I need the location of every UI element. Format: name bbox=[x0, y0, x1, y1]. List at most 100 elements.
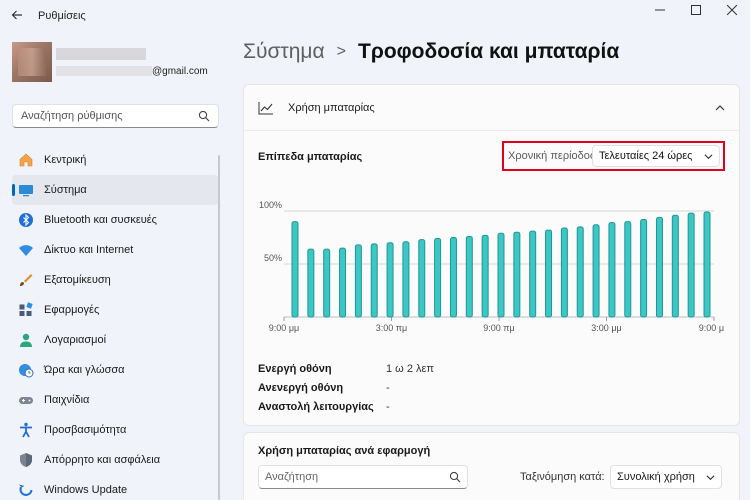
sidebar-item-label: Προσβασιμότητα bbox=[44, 424, 127, 436]
window-controls bbox=[642, 0, 750, 20]
x-tick-label: 3:00 μμ bbox=[591, 323, 621, 333]
sort-label: Ταξινόμηση κατά: bbox=[520, 471, 605, 483]
stat-label: Αναστολή λειτουργίας bbox=[258, 400, 374, 413]
sidebar-item-network[interactable]: Δίκτυο και Internet bbox=[12, 235, 219, 265]
y-tick-label: 100% bbox=[259, 200, 282, 210]
stat-value: - bbox=[386, 381, 390, 394]
brush-icon bbox=[18, 272, 34, 288]
sidebar-item-privacy-security[interactable]: Απόρρητο και ασφάλεια bbox=[12, 445, 219, 475]
chevron-down-icon bbox=[706, 474, 715, 480]
minimize-icon bbox=[655, 9, 665, 11]
sidebar-item-time-language[interactable]: Ώρα και γλώσσα bbox=[12, 355, 219, 385]
search-icon[interactable] bbox=[449, 471, 461, 483]
battery-bar bbox=[402, 241, 410, 318]
x-tick-label: 3:00 πμ bbox=[376, 323, 407, 333]
battery-bar bbox=[608, 222, 616, 318]
sort-value: Συνολική χρήση bbox=[617, 471, 695, 483]
chevron-up-icon[interactable] bbox=[715, 103, 725, 113]
sidebar-item-label: Κεντρική bbox=[44, 154, 87, 166]
x-tick-label: 9:00 μμ bbox=[699, 323, 724, 333]
battery-bar bbox=[624, 221, 632, 318]
app-usage-title: Χρήση μπαταρίας ανά εφαρμογή bbox=[258, 445, 431, 457]
page-title: Τροφοδοσία και μπαταρία bbox=[358, 40, 620, 63]
app-usage-panel: Χρήση μπαταρίας ανά εφαρμογή Ταξινόμηση … bbox=[243, 432, 740, 500]
battery-bar bbox=[529, 230, 537, 318]
battery-bar bbox=[687, 212, 695, 318]
stat-row: Αναστολή λειτουργίας - bbox=[258, 397, 434, 416]
screen-stats: Ενεργή οθόνη 1 ω 2 λεπ Ανενεργή οθόνη - … bbox=[258, 359, 434, 416]
stat-row: Ενεργή οθόνη 1 ω 2 λεπ bbox=[258, 359, 434, 378]
sidebar-item-bluetooth[interactable]: Bluetooth και συσκευές bbox=[12, 205, 219, 235]
breadcrumb: Σύστημα > Τροφοδοσία και μπαταρία bbox=[243, 40, 619, 64]
sidebar-item-label: Εξατομίκευση bbox=[44, 274, 111, 286]
sidebar-item-label: Παιχνίδια bbox=[44, 394, 90, 406]
app-search-input[interactable] bbox=[265, 471, 449, 483]
breadcrumb-parent[interactable]: Σύστημα bbox=[243, 40, 325, 64]
battery-bar bbox=[449, 237, 457, 318]
person-icon bbox=[18, 332, 34, 348]
battery-bar bbox=[481, 234, 489, 318]
battery-bar bbox=[497, 232, 505, 318]
sidebar-item-gaming[interactable]: Παιχνίδια bbox=[12, 385, 219, 415]
clock-globe-icon bbox=[18, 362, 34, 378]
avatar bbox=[12, 42, 52, 82]
time-period-label: Χρονική περίοδος: bbox=[508, 150, 599, 162]
accessibility-icon bbox=[18, 422, 34, 438]
blurred-user-name bbox=[56, 48, 146, 60]
back-arrow-icon bbox=[11, 10, 22, 20]
app-search[interactable] bbox=[258, 465, 468, 489]
search-icon[interactable] bbox=[198, 110, 210, 122]
apps-icon bbox=[18, 302, 34, 318]
sidebar-item-personalization[interactable]: Εξατομίκευση bbox=[12, 265, 219, 295]
time-period-dropdown[interactable]: Τελευταίες 24 ώρες bbox=[592, 145, 720, 167]
battery-usage-panel: Χρήση μπαταρίας Επίπεδα μπαταρίας Χρονικ… bbox=[243, 84, 740, 426]
battery-bar bbox=[354, 244, 362, 318]
sidebar-item-windows-update[interactable]: Windows Update bbox=[12, 475, 219, 500]
sidebar-scrollbar[interactable] bbox=[218, 155, 220, 500]
battery-bar bbox=[339, 247, 347, 318]
stat-label: Ενεργή οθόνη bbox=[258, 362, 332, 375]
close-icon bbox=[727, 5, 737, 15]
sidebar-item-home[interactable]: Κεντρική bbox=[12, 145, 219, 175]
stat-label: Ανενεργή οθόνη bbox=[258, 381, 344, 394]
battery-bar bbox=[592, 224, 600, 318]
bluetooth-icon bbox=[18, 212, 34, 228]
y-tick-label: 50% bbox=[264, 253, 282, 263]
time-period-highlight: Χρονική περίοδος: Τελευταίες 24 ώρες bbox=[502, 141, 725, 171]
battery-bar bbox=[671, 214, 679, 318]
battery-bar bbox=[465, 235, 473, 318]
sidebar-item-label: Δίκτυο και Internet bbox=[44, 244, 134, 256]
back-button[interactable] bbox=[6, 4, 28, 26]
time-period-value: Τελευταίες 24 ώρες bbox=[599, 150, 693, 162]
user-email: @gmail.com bbox=[152, 66, 208, 77]
sidebar-item-accounts[interactable]: Λογαριασμοί bbox=[12, 325, 219, 355]
sidebar-item-system[interactable]: Σύστημα bbox=[12, 175, 219, 205]
maximize-icon bbox=[691, 5, 701, 15]
sort-dropdown[interactable]: Συνολική χρήση bbox=[610, 465, 722, 489]
minimize-button[interactable] bbox=[642, 0, 678, 20]
home-icon bbox=[18, 152, 34, 168]
chevron-down-icon bbox=[704, 153, 713, 159]
sidebar-item-accessibility[interactable]: Προσβασιμότητα bbox=[12, 415, 219, 445]
settings-search-input[interactable] bbox=[21, 110, 198, 122]
battery-bar bbox=[434, 238, 442, 318]
sidebar-item-label: Εφαρμογές bbox=[44, 304, 100, 316]
line-chart-icon bbox=[258, 101, 273, 114]
battery-bar bbox=[291, 221, 299, 318]
sidebar-item-label: Απόρρητο και ασφάλεια bbox=[44, 454, 161, 466]
battery-usage-header[interactable]: Χρήση μπαταρίας bbox=[244, 85, 739, 131]
x-tick-label: 9:00 μμ bbox=[269, 323, 299, 333]
sidebar-nav: Κεντρική Σύστημα Bluetooth και συσκευές … bbox=[12, 145, 219, 500]
settings-search[interactable] bbox=[12, 104, 219, 128]
maximize-button[interactable] bbox=[678, 0, 714, 20]
battery-bar bbox=[418, 239, 426, 318]
gamepad-icon bbox=[18, 392, 34, 408]
sidebar-item-apps[interactable]: Εφαρμογές bbox=[12, 295, 219, 325]
sidebar-item-label: Ώρα και γλώσσα bbox=[44, 364, 125, 376]
app-title: Ρυθμίσεις bbox=[38, 10, 86, 22]
battery-bar bbox=[576, 226, 584, 318]
battery-bar bbox=[513, 231, 521, 318]
battery-bar bbox=[560, 227, 568, 318]
close-button[interactable] bbox=[714, 0, 750, 20]
battery-bar bbox=[386, 242, 394, 318]
